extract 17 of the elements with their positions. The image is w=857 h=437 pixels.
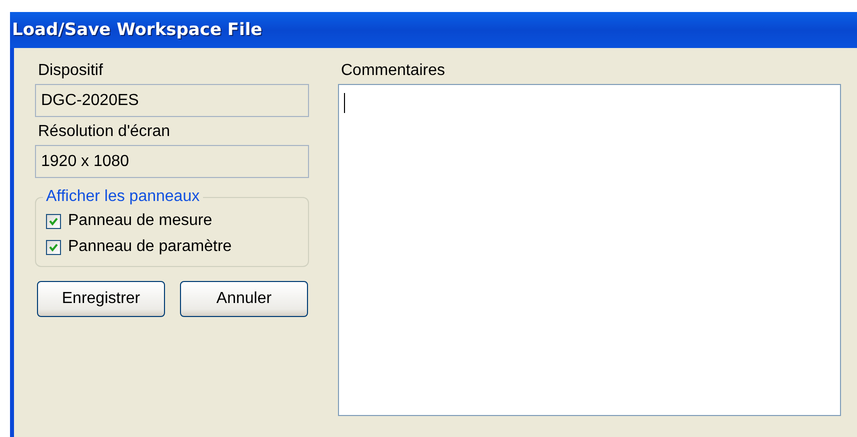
readonly-field[interactable]: DGC-2020ES (35, 84, 309, 117)
cancel-button[interactable]: Annuler (180, 281, 308, 317)
text-cursor (344, 93, 345, 113)
window-title: Load/Save Workspace File (12, 20, 262, 40)
field-label: Commentaires (340, 62, 446, 81)
field-label: Dispositif (37, 62, 104, 81)
comments-field[interactable] (338, 84, 841, 416)
checkbox[interactable] (46, 240, 61, 254)
checkbox-label: Panneau de mesure (68, 212, 212, 230)
save-button[interactable]: Enregistrer (37, 281, 165, 317)
checkbox[interactable] (46, 214, 61, 228)
group-title: Afficher les panneaux (45, 188, 201, 206)
check-icon (49, 242, 58, 252)
readonly-field[interactable]: 1920 x 1080 (35, 145, 309, 178)
field-label: Résolution d'écran (37, 123, 172, 142)
check-icon (49, 216, 58, 226)
checkbox-label: Panneau de paramètre (68, 238, 232, 256)
